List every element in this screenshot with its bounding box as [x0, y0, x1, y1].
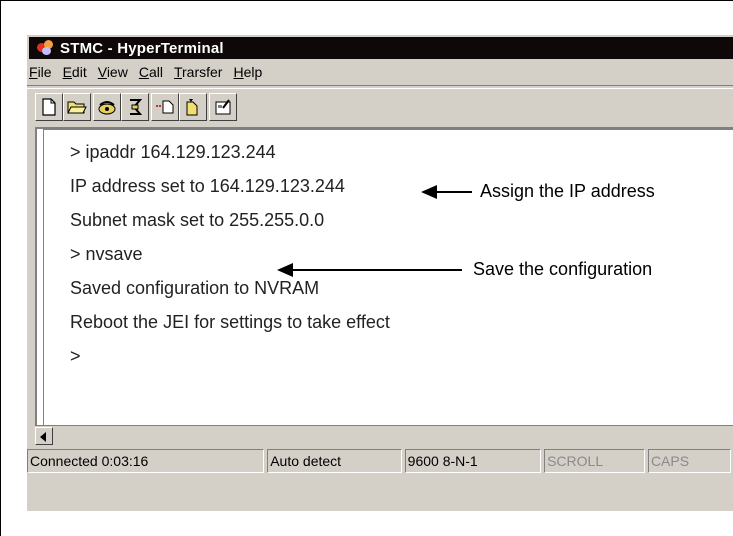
new-connection-button[interactable] — [35, 93, 63, 121]
menu-bar: File Edit View Call Trarsfer Help — [27, 61, 733, 83]
scroll-left-button[interactable] — [35, 427, 53, 445]
open-button[interactable] — [63, 93, 91, 121]
properties-button[interactable] — [209, 93, 237, 121]
left-arrow-icon — [40, 432, 46, 442]
properties-icon — [215, 99, 231, 115]
save-config-arrow-line — [292, 269, 462, 271]
terminal-line: IP address set to 164.129.123.244 — [70, 176, 345, 196]
toolbar-group-call — [93, 93, 149, 121]
horizontal-scrollbar[interactable] — [35, 425, 733, 446]
toolbar — [27, 89, 733, 125]
status-bar: Connected 0:03:16 Auto detect 9600 8-N-1… — [27, 449, 733, 473]
send-button[interactable] — [151, 93, 179, 121]
status-connection-time: Connected 0:03:16 — [27, 449, 265, 473]
terminal-line: > — [70, 346, 81, 366]
page-top-border — [0, 0, 733, 1]
window-title: STMC - HyperTerminal — [60, 39, 224, 57]
status-caps-lock: CAPS — [647, 449, 731, 473]
save-config-arrow-head — [277, 263, 293, 277]
receive-button[interactable] — [179, 93, 207, 121]
page-left-rule — [0, 0, 1, 536]
connect-button[interactable] — [93, 93, 121, 121]
status-scroll-lock: SCROLL — [544, 449, 645, 473]
disconnect-button[interactable] — [121, 93, 149, 121]
menu-view[interactable]: View — [98, 64, 128, 80]
toolbar-group-properties — [209, 93, 237, 121]
hyperterminal-app-icon — [37, 40, 55, 56]
assign-ip-arrow-line — [436, 191, 472, 193]
status-port-settings: 9600 8-N-1 — [404, 449, 542, 473]
assign-ip-annotation: Assign the IP address — [480, 181, 655, 201]
disconnect-phone-icon — [130, 99, 143, 115]
toolbar-group-file — [35, 93, 91, 121]
terminal-line: > nvsave — [70, 244, 143, 264]
menu-help[interactable]: Help — [233, 64, 262, 80]
terminal-line: Saved configuration to NVRAM — [70, 278, 320, 298]
send-file-icon — [156, 100, 174, 114]
terminal-line: > ipaddr 164.129.123.244 — [70, 142, 276, 162]
menu-edit[interactable]: Edit — [63, 64, 87, 80]
menu-file[interactable]: File — [29, 64, 52, 80]
receive-file-icon — [186, 99, 198, 116]
terminal-line: Reboot the JEI for settings to take effe… — [70, 312, 390, 332]
menu-transfer[interactable]: Trarsfer — [174, 64, 223, 80]
toolbar-group-transfer — [151, 93, 207, 121]
menu-call[interactable]: Call — [139, 64, 163, 80]
open-folder-icon — [67, 101, 87, 114]
save-config-annotation: Save the configuration — [473, 259, 653, 279]
terminal-line: Subnet mask set to 255.255.0.0 — [70, 210, 325, 230]
connect-phone-icon — [98, 101, 116, 115]
title-bar[interactable]: STMC - HyperTerminal — [29, 37, 733, 59]
assign-ip-arrow-head — [421, 185, 437, 199]
status-detect: Auto detect — [267, 449, 402, 473]
new-document-icon — [42, 98, 56, 116]
